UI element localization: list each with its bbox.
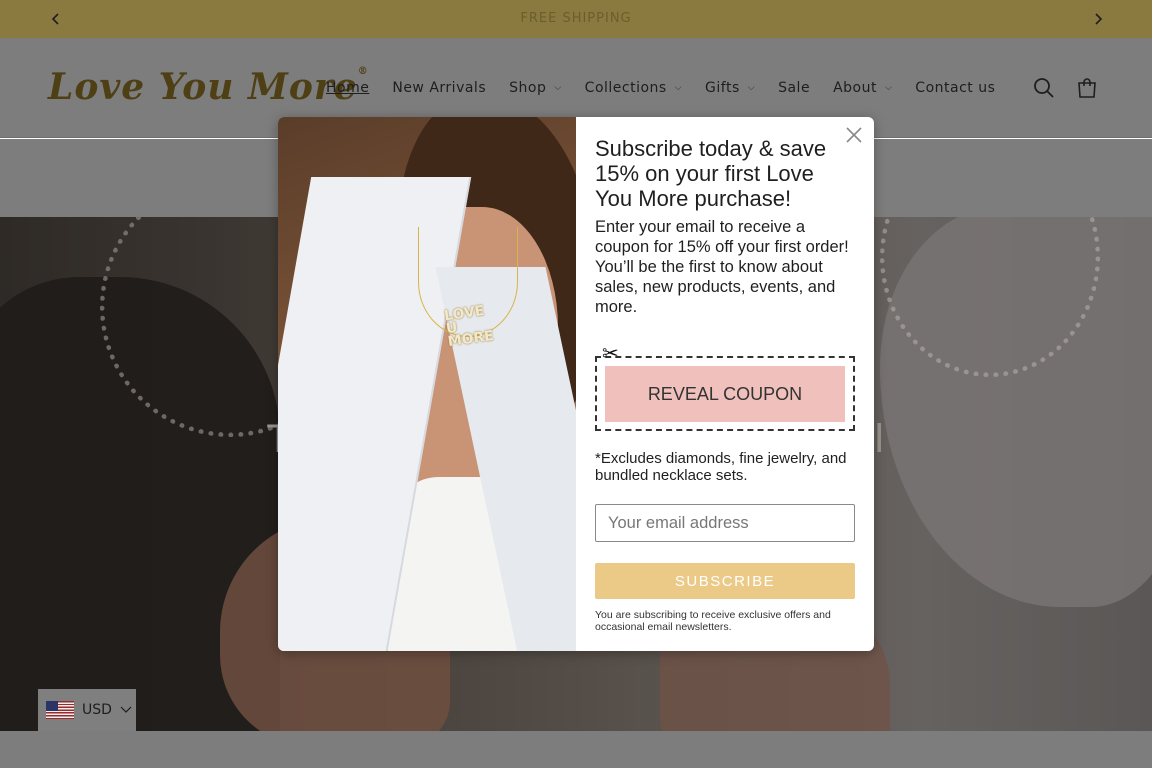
currency-code: USD [82, 702, 112, 718]
reveal-coupon-button[interactable]: REVEAL COUPON [605, 366, 845, 422]
chevron-down-icon: ⌵ [884, 83, 893, 93]
nav-item-home[interactable]: Home [326, 80, 369, 96]
chevron-down-icon [120, 702, 132, 718]
chevron-down-icon: ⌵ [554, 83, 562, 93]
nav-item-new-arrivals[interactable]: New Arrivals [392, 80, 486, 96]
currency-selector[interactable]: USD [38, 689, 136, 731]
nav-label: New Arrivals [392, 80, 487, 96]
logo-registered-mark: ® [357, 66, 369, 77]
popup-description: Enter your email to receive a coupon for… [595, 218, 849, 316]
email-field[interactable] [595, 504, 855, 542]
chevron-down-icon: ⌵ [747, 83, 756, 93]
popup-title: Subscribe today & save 15% on your first… [595, 136, 827, 211]
main-nav: Home New Arrivals Shop ⌵ Collections ⌵ Gif… [326, 80, 1018, 96]
logo[interactable]: Love You More® [48, 66, 369, 108]
subscribe-popup: LOVE U MORE Subscribe today & save 15% o… [278, 117, 874, 651]
nav-label: Shop [509, 80, 547, 96]
nav-item-about[interactable]: About ⌵ [833, 80, 892, 96]
nav-label: Home [326, 80, 370, 96]
nav-item-contact-us[interactable]: Contact us [915, 80, 995, 96]
cart-icon[interactable] [1075, 76, 1101, 102]
chevron-down-icon: ⌵ [674, 83, 683, 93]
footer-band [0, 731, 1152, 768]
popup-image: LOVE U MORE [278, 117, 576, 651]
exclusions-note: *Excludes diamonds, fine jewelry, and bu… [595, 450, 847, 484]
nav-item-gifts[interactable]: Gifts ⌵ [705, 80, 755, 96]
nav-label: Collections [584, 80, 667, 96]
necklace-pendant: LOVE U MORE [443, 302, 495, 351]
fine-print: You are subscribing to receive exclusive… [595, 609, 831, 633]
nav-label: Gifts [705, 80, 740, 96]
announcement-message: FREE SHIPPING [520, 11, 632, 26]
us-flag-icon [46, 701, 74, 719]
search-icon[interactable] [1032, 76, 1058, 102]
subscribe-button[interactable]: SUBSCRIBE [595, 563, 855, 599]
popup-body: Subscribe today & save 15% on your first… [576, 117, 874, 651]
nav-label: Sale [778, 80, 811, 96]
nav-label: About [833, 80, 877, 96]
nav-item-collections[interactable]: Collections ⌵ [585, 80, 682, 96]
nav-item-shop[interactable]: Shop ⌵ [509, 80, 562, 96]
nav-item-sale[interactable]: Sale [778, 80, 810, 96]
logo-text: Love You More [48, 66, 358, 108]
chevron-right-icon[interactable] [1078, 0, 1118, 38]
nav-label: Contact us [915, 80, 996, 96]
coupon-box: REVEAL COUPON [595, 356, 855, 431]
announcement-bar: FREE SHIPPING [0, 0, 1152, 38]
